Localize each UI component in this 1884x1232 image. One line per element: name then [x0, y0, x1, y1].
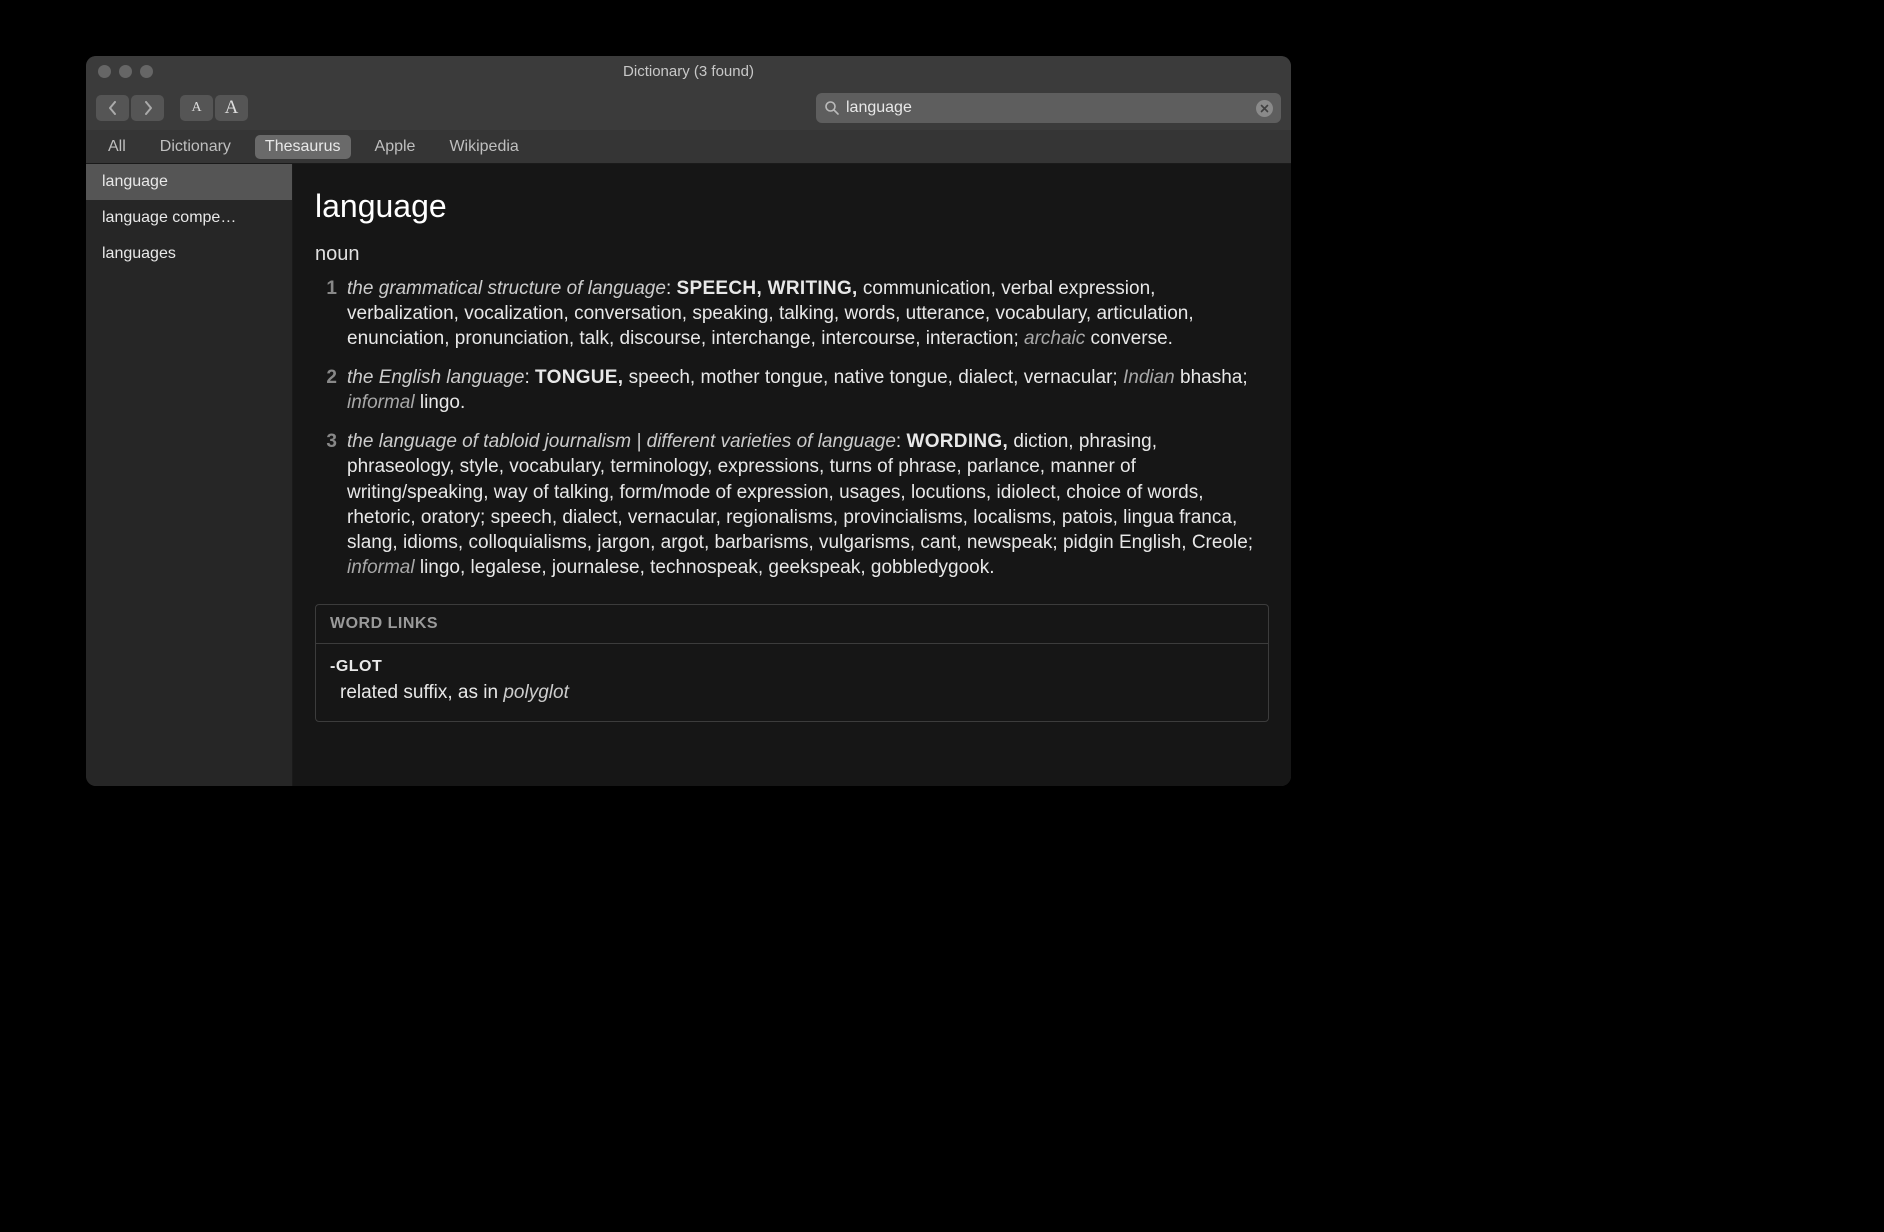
- font-size-group: A A: [180, 95, 248, 121]
- entry-panel[interactable]: language noun 1 the grammatical structur…: [293, 164, 1291, 786]
- sidebar-item[interactable]: language: [86, 164, 292, 200]
- source-tab-apple[interactable]: Apple: [365, 135, 426, 159]
- toolbar: A A: [86, 86, 1291, 130]
- sidebar-item[interactable]: languages: [86, 236, 292, 272]
- sense-body: the English language: TONGUE, speech, mo…: [347, 365, 1269, 415]
- part-of-speech: noun: [315, 243, 1269, 266]
- source-bar: All Dictionary Thesaurus Apple Wikipedia: [86, 130, 1291, 164]
- nav-group: [96, 95, 164, 121]
- dictionary-window: Dictionary (3 found) A A: [86, 56, 1291, 786]
- word-links-header: WORD LINKS: [316, 605, 1268, 644]
- fullscreen-window-button[interactable]: [140, 65, 153, 78]
- forward-button[interactable]: [131, 95, 164, 121]
- source-tab-all[interactable]: All: [98, 135, 136, 159]
- sense: 2 the English language: TONGUE, speech, …: [315, 365, 1269, 415]
- synonym-tail: lingo.: [415, 392, 466, 413]
- word-link-term: -GLOT: [330, 656, 1254, 678]
- example-text: the English language: [347, 367, 524, 388]
- font-decrease-button[interactable]: A: [180, 95, 213, 121]
- word-links-box: WORD LINKS -GLOT related suffix, as in p…: [315, 604, 1269, 722]
- window-title: Dictionary (3 found): [86, 63, 1291, 80]
- source-tab-thesaurus[interactable]: Thesaurus: [255, 135, 351, 159]
- headword-synonyms: SPEECH, WRITING,: [677, 278, 858, 299]
- close-icon: [1260, 104, 1269, 113]
- traffic-lights: [98, 65, 153, 78]
- register-label: informal: [347, 392, 415, 413]
- content-area: language language compe… languages langu…: [86, 164, 1291, 786]
- register-label: archaic: [1024, 328, 1085, 349]
- synonym-tail: lingo, legalese, journalese, technospeak…: [415, 557, 995, 578]
- sense-number: 2: [315, 365, 337, 415]
- titlebar: Dictionary (3 found): [86, 56, 1291, 86]
- word-link-definition: related suffix, as in polyglot: [340, 680, 1254, 707]
- source-tab-dictionary[interactable]: Dictionary: [150, 135, 241, 159]
- search-icon: [824, 100, 840, 116]
- sense: 1 the grammatical structure of language:…: [315, 276, 1269, 351]
- sense-number: 1: [315, 276, 337, 351]
- minimize-window-button[interactable]: [119, 65, 132, 78]
- sense: 3 the language of tabloid journalism | d…: [315, 429, 1269, 579]
- search-input[interactable]: [846, 99, 1256, 117]
- headword: language: [315, 188, 1269, 225]
- source-tab-wikipedia[interactable]: Wikipedia: [439, 135, 528, 159]
- back-button[interactable]: [96, 95, 129, 121]
- word-links-body: -GLOT related suffix, as in polyglot: [316, 644, 1268, 721]
- headword-synonyms: TONGUE,: [535, 367, 623, 388]
- sidebar[interactable]: language language compe… languages: [86, 164, 293, 786]
- close-window-button[interactable]: [98, 65, 111, 78]
- search-field-wrap: [816, 93, 1281, 123]
- synonym-list: speech, mother tongue, native tongue, di…: [623, 367, 1123, 388]
- sidebar-item[interactable]: language compe…: [86, 200, 292, 236]
- sense-body: the language of tabloid journalism | dif…: [347, 429, 1269, 579]
- sense-number: 3: [315, 429, 337, 579]
- sense-body: the grammatical structure of language: S…: [347, 276, 1269, 351]
- example-text: the language of tabloid journalism | dif…: [347, 431, 896, 452]
- register-label: informal: [347, 557, 415, 578]
- chevron-right-icon: [143, 101, 153, 115]
- clear-search-button[interactable]: [1256, 100, 1273, 117]
- synonym-tail: converse.: [1085, 328, 1173, 349]
- register-label: Indian: [1123, 367, 1175, 388]
- font-increase-button[interactable]: A: [215, 95, 248, 121]
- example-text: the grammatical structure of language: [347, 278, 666, 299]
- synonym-tail: bhasha;: [1175, 367, 1248, 388]
- headword-synonyms: WORDING,: [906, 431, 1008, 452]
- chevron-left-icon: [108, 101, 118, 115]
